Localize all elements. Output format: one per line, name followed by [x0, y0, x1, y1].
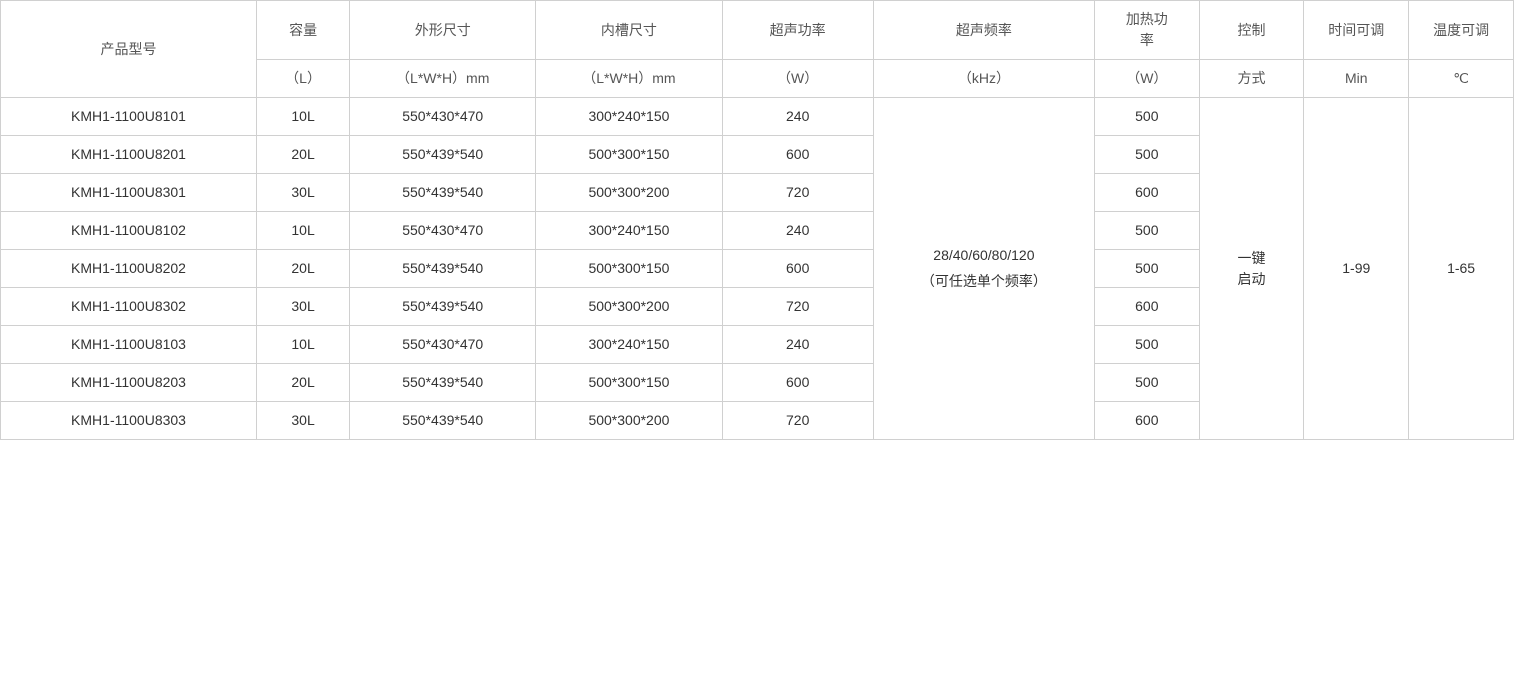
cell-control: 一键启动	[1199, 98, 1304, 440]
cell-heating-power: 500	[1094, 326, 1199, 364]
cell-outer-size: 550*439*540	[350, 250, 536, 288]
cell-heating-power: 500	[1094, 364, 1199, 402]
cell-outer-size: 550*439*540	[350, 136, 536, 174]
cell-heating-power: 500	[1094, 250, 1199, 288]
header-ctrl-sub: 方式	[1199, 60, 1304, 98]
cell-model: KMH1-1100U8301	[1, 174, 257, 212]
cell-heating-power: 600	[1094, 402, 1199, 440]
cell-capacity: 30L	[257, 174, 350, 212]
cell-capacity: 10L	[257, 212, 350, 250]
cell-ultrasonic-power: 720	[722, 174, 873, 212]
cell-model: KMH1-1100U8202	[1, 250, 257, 288]
cell-outer-size: 550*439*540	[350, 288, 536, 326]
header-ufreq-unit: （kHz）	[873, 60, 1094, 98]
cell-ultrasonic-freq: 28/40/60/80/120（可任选单个频率）	[873, 98, 1094, 440]
cell-ultrasonic-power: 240	[722, 212, 873, 250]
cell-inner-size: 300*240*150	[536, 98, 722, 136]
header-temp-label: 温度可调	[1409, 1, 1514, 60]
cell-model: KMH1-1100U8201	[1, 136, 257, 174]
header-time-label: 时间可调	[1304, 1, 1409, 60]
header-inner-label: 内槽尺寸	[536, 1, 722, 60]
cell-outer-size: 550*439*540	[350, 364, 536, 402]
header-hpower-label: 加热功率	[1094, 1, 1199, 60]
cell-capacity: 10L	[257, 326, 350, 364]
cell-inner-size: 500*300*200	[536, 402, 722, 440]
header-model: 产品型号	[1, 1, 257, 98]
cell-ultrasonic-power: 600	[722, 250, 873, 288]
cell-ultrasonic-power: 720	[722, 288, 873, 326]
cell-temp: 1-65	[1409, 98, 1514, 440]
header-inner-unit: （L*W*H）mm	[536, 60, 722, 98]
cell-inner-size: 500*300*200	[536, 288, 722, 326]
cell-inner-size: 500*300*150	[536, 136, 722, 174]
cell-model: KMH1-1100U8103	[1, 326, 257, 364]
cell-outer-size: 550*439*540	[350, 402, 536, 440]
cell-ultrasonic-power: 240	[722, 326, 873, 364]
cell-heating-power: 500	[1094, 212, 1199, 250]
cell-model: KMH1-1100U8101	[1, 98, 257, 136]
cell-outer-size: 550*430*470	[350, 326, 536, 364]
header-capacity-unit: （L）	[257, 60, 350, 98]
table-row: KMH1-1100U810110L550*430*470300*240*1502…	[1, 98, 1514, 136]
cell-outer-size: 550*439*540	[350, 174, 536, 212]
cell-model: KMH1-1100U8303	[1, 402, 257, 440]
cell-ultrasonic-power: 600	[722, 364, 873, 402]
header-ufreq-label: 超声频率	[873, 1, 1094, 60]
header-upower-label: 超声功率	[722, 1, 873, 60]
cell-heating-power: 500	[1094, 98, 1199, 136]
cell-ultrasonic-power: 720	[722, 402, 873, 440]
header-upower-unit: （W）	[722, 60, 873, 98]
cell-model: KMH1-1100U8302	[1, 288, 257, 326]
cell-time: 1-99	[1304, 98, 1409, 440]
header-ctrl-label: 控制	[1199, 1, 1304, 60]
cell-capacity: 10L	[257, 98, 350, 136]
cell-capacity: 20L	[257, 136, 350, 174]
cell-heating-power: 600	[1094, 174, 1199, 212]
table-body: KMH1-1100U810110L550*430*470300*240*1502…	[1, 98, 1514, 440]
header-time-unit: Min	[1304, 60, 1409, 98]
cell-capacity: 30L	[257, 402, 350, 440]
header-capacity-label: 容量	[257, 1, 350, 60]
cell-model: KMH1-1100U8203	[1, 364, 257, 402]
product-table: 产品型号 容量 外形尺寸 内槽尺寸 超声功率 超声频率 加热功率	[0, 0, 1514, 440]
table-container: 产品型号 容量 外形尺寸 内槽尺寸 超声功率 超声频率 加热功率	[0, 0, 1514, 697]
header-row-1: 产品型号 容量 外形尺寸 内槽尺寸 超声功率 超声频率 加热功率	[1, 1, 1514, 60]
cell-inner-size: 500*300*150	[536, 364, 722, 402]
cell-heating-power: 500	[1094, 136, 1199, 174]
cell-model: KMH1-1100U8102	[1, 212, 257, 250]
cell-ultrasonic-power: 240	[722, 98, 873, 136]
cell-inner-size: 500*300*200	[536, 174, 722, 212]
header-hpower-unit: （W）	[1094, 60, 1199, 98]
cell-capacity: 20L	[257, 364, 350, 402]
cell-inner-size: 300*240*150	[536, 212, 722, 250]
cell-capacity: 20L	[257, 250, 350, 288]
cell-heating-power: 600	[1094, 288, 1199, 326]
header-outer-unit: （L*W*H）mm	[350, 60, 536, 98]
cell-capacity: 30L	[257, 288, 350, 326]
cell-inner-size: 300*240*150	[536, 326, 722, 364]
cell-inner-size: 500*300*150	[536, 250, 722, 288]
header-outer-label: 外形尺寸	[350, 1, 536, 60]
header-temp-unit: ℃	[1409, 60, 1514, 98]
cell-outer-size: 550*430*470	[350, 98, 536, 136]
cell-outer-size: 550*430*470	[350, 212, 536, 250]
cell-ultrasonic-power: 600	[722, 136, 873, 174]
